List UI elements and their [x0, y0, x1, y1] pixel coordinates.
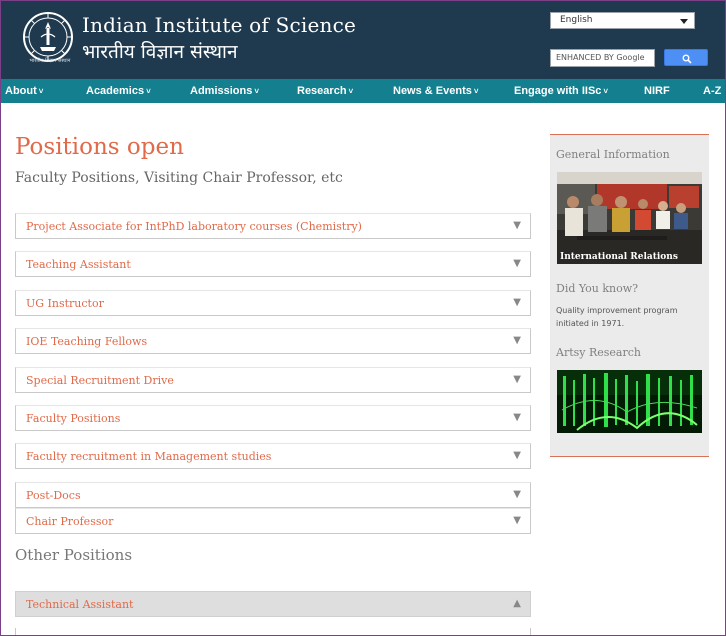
nav-item-admissions[interactable]: Admissions ˅ — [190, 79, 259, 103]
nav-item-a-z[interactable]: A-Z — [703, 79, 721, 103]
chevron-down-icon: ˅ — [473, 87, 479, 96]
accordion-item-special-recruitment[interactable]: Special Recruitment Drive ▼ — [15, 367, 531, 393]
nav-item-about[interactable]: About ˅ — [5, 79, 43, 103]
artsy-research-heading: Artsy Research — [556, 346, 641, 359]
accordion-label: IOE Teaching Fellows — [26, 335, 148, 348]
nav-label: NIRF — [644, 85, 670, 97]
nav-label: News & Events — [393, 85, 472, 97]
nav-item-research[interactable]: Research ˅ — [297, 79, 353, 103]
accordion-item-ug-instructor[interactable]: UG Instructor ▼ — [15, 290, 531, 316]
accordion-item-chair-professor[interactable]: Chair Professor ▼ — [15, 508, 531, 534]
accordion-item-management-faculty[interactable]: Faculty recruitment in Management studie… — [15, 443, 531, 469]
nav-label: Research — [297, 85, 347, 97]
accordion-item-teaching-assistant[interactable]: Teaching Assistant ▼ — [15, 251, 531, 277]
expand-arrow-icon: ▼ — [513, 374, 521, 385]
chevron-down-icon: ˅ — [254, 87, 260, 96]
nav-label: A-Z — [703, 85, 722, 97]
main-nav: About ˅ Academics ˅ Admissions ˅ Research ˅ … — [0, 79, 726, 103]
search-button[interactable] — [664, 49, 708, 66]
research-art-photo — [557, 370, 702, 433]
chevron-down-icon: ˅ — [348, 87, 354, 96]
accordion-panel — [15, 628, 531, 636]
collapse-arrow-icon: ▲ — [513, 598, 521, 609]
nav-item-nirf[interactable]: NIRF — [644, 79, 670, 103]
expand-arrow-icon: ▼ — [513, 297, 521, 308]
institute-name[interactable]: Indian Institute of Science — [82, 13, 356, 37]
international-relations-image[interactable]: International Relations — [557, 172, 702, 264]
chevron-down-icon: ˅ — [146, 87, 151, 96]
accordion-item-post-docs[interactable]: Post-Docs ▼ — [15, 482, 531, 508]
chevron-down-icon: ˅ — [38, 87, 44, 96]
nav-item-news-events[interactable]: News & Events ˅ — [393, 79, 479, 103]
accordion-label: Post-Docs — [26, 489, 81, 502]
accordion-label: Technical Assistant — [26, 598, 134, 611]
chevron-down-icon: ˅ — [603, 87, 609, 96]
sidebar: General Information International Relati… — [550, 134, 709, 457]
expand-arrow-icon: ▼ — [513, 515, 521, 526]
accordion-label: Chair Professor — [26, 515, 114, 528]
language-select[interactable]: English — [550, 12, 695, 29]
iisc-logo-icon[interactable] — [22, 11, 74, 63]
search-icon — [682, 54, 692, 64]
accordion-label: Faculty recruitment in Management studie… — [26, 450, 272, 463]
nav-label: Engage with IISc — [514, 85, 602, 97]
chevron-down-icon — [680, 19, 688, 24]
expand-arrow-icon: ▼ — [513, 220, 521, 231]
nav-item-academics[interactable]: Academics ˅ — [86, 79, 151, 103]
accordion-item-project-associate[interactable]: Project Associate for IntPhD laboratory … — [15, 213, 531, 239]
accordion-label: Special Recruitment Drive — [26, 374, 174, 387]
nav-label: Academics — [86, 85, 145, 97]
language-selected-value: English — [560, 15, 593, 25]
image-caption: International Relations — [560, 252, 678, 262]
nav-label: Admissions — [190, 85, 253, 97]
general-information-heading: General Information — [556, 148, 670, 161]
accordion-label: Project Associate for IntPhD laboratory … — [26, 220, 362, 233]
accordion-label: Teaching Assistant — [26, 258, 131, 271]
nav-item-engage[interactable]: Engage with IISc ˅ — [514, 79, 608, 103]
logo-caption: भारतीय विज्ञान संस्थान — [29, 58, 71, 64]
expand-arrow-icon: ▼ — [513, 450, 521, 461]
institute-name-hindi[interactable]: भारतीय विज्ञान संस्थान — [82, 38, 238, 64]
expand-arrow-icon: ▼ — [513, 335, 521, 346]
accordion-label: Faculty Positions — [26, 412, 121, 425]
search-input[interactable] — [550, 49, 655, 67]
accordion-item-ioe-teaching-fellows[interactable]: IOE Teaching Fellows ▼ — [15, 328, 531, 354]
classroom-photo — [557, 172, 702, 264]
accordion-label: UG Instructor — [26, 297, 104, 310]
accordion-item-technical-assistant[interactable]: Technical Assistant ▲ — [15, 591, 531, 617]
page-subtitle: Faculty Positions, Visiting Chair Profes… — [15, 170, 343, 186]
other-positions-heading: Other Positions — [15, 546, 133, 564]
expand-arrow-icon: ▼ — [513, 258, 521, 269]
expand-arrow-icon: ▼ — [513, 412, 521, 423]
nav-label: About — [5, 85, 37, 97]
accordion-item-faculty-positions[interactable]: Faculty Positions ▼ — [15, 405, 531, 431]
artsy-research-image[interactable] — [557, 370, 702, 433]
did-you-know-heading: Did You know? — [556, 282, 639, 295]
expand-arrow-icon: ▼ — [513, 489, 521, 500]
page-title: Positions open — [15, 134, 184, 160]
site-header: भारतीय विज्ञान संस्थान Indian Institute … — [0, 0, 726, 79]
did-you-know-text: Quality improvement program initiated in… — [556, 306, 678, 328]
